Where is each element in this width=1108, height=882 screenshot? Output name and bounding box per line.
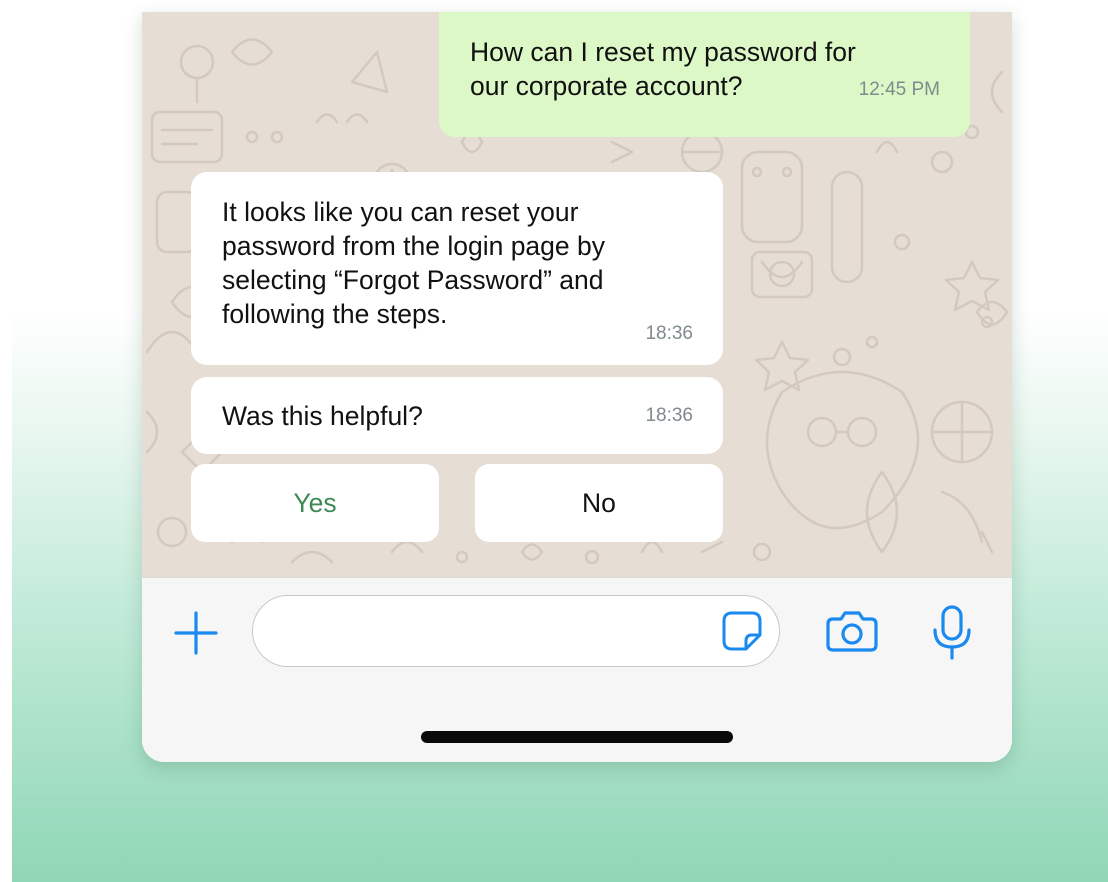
message-line: selecting “Forgot Password” and — [222, 265, 604, 295]
message-input[interactable] — [252, 595, 780, 667]
message-composer — [142, 577, 1012, 762]
conversation-area[interactable]: How can I reset my password for our corp… — [142, 12, 1012, 577]
plus-icon[interactable] — [172, 609, 220, 657]
message-line: following the steps. — [222, 299, 448, 329]
quick-reply-no-button[interactable]: No — [475, 464, 723, 542]
microphone-icon[interactable] — [930, 604, 974, 660]
message-timestamp: 18:36 — [645, 323, 693, 344]
chat-window: How can I reset my password for our corp… — [142, 12, 1012, 762]
message-line: Was this helpful? — [222, 401, 423, 431]
message-line: It looks like you can reset your — [222, 197, 579, 227]
message-line: our corporate account? — [470, 71, 743, 101]
message-bubble-outgoing: How can I reset my password for our corp… — [439, 12, 970, 137]
message-bubble-incoming: It looks like you can reset your passwor… — [191, 172, 723, 365]
message-text: Was this helpful? — [222, 399, 423, 433]
message-text: How can I reset my password for our corp… — [470, 35, 856, 103]
message-timestamp: 12:45 PM — [858, 79, 940, 100]
background-gradient: How can I reset my password for our corp… — [12, 12, 1108, 882]
camera-icon[interactable] — [825, 609, 879, 653]
sticker-icon[interactable] — [720, 609, 764, 653]
message-timestamp: 18:36 — [645, 405, 693, 426]
message-text: It looks like you can reset your passwor… — [222, 195, 605, 331]
home-indicator — [421, 731, 733, 743]
quick-reply-yes-button[interactable]: Yes — [191, 464, 439, 542]
message-line: password from the login page by — [222, 231, 605, 261]
message-line: How can I reset my password for — [470, 37, 856, 67]
message-bubble-incoming: Was this helpful? 18:36 — [191, 377, 723, 454]
